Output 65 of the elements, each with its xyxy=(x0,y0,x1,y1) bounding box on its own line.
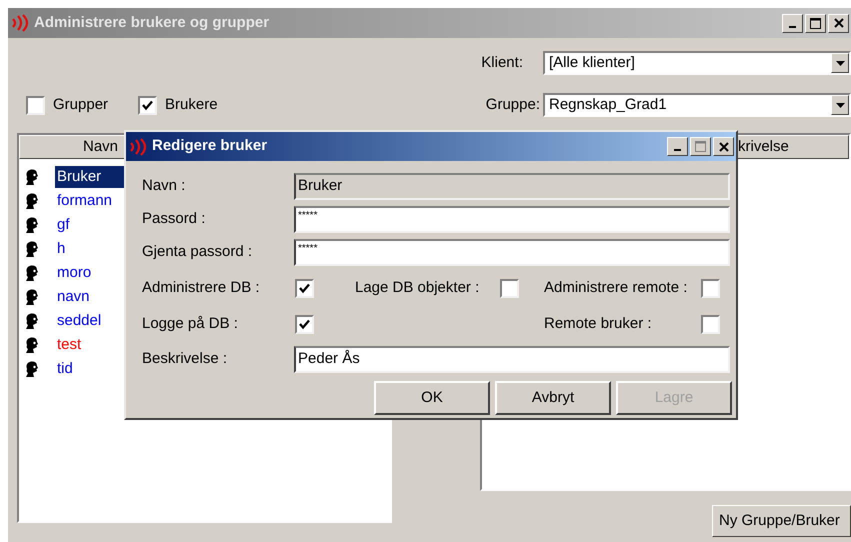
minimize-icon xyxy=(789,26,796,28)
user-icon xyxy=(23,312,41,330)
permission-label: Logge på DB : xyxy=(142,314,239,334)
field-label: Passord : xyxy=(142,209,206,230)
close-icon xyxy=(718,142,728,152)
text-field[interactable]: Peder Ås xyxy=(294,346,730,373)
gruppe-dropdown[interactable]: Regnskap_Grad1 xyxy=(543,93,851,117)
dialog-title: Redigere bruker xyxy=(152,136,268,156)
dropdown-arrow-button[interactable] xyxy=(831,95,849,115)
dialog-button[interactable]: OK xyxy=(374,381,490,415)
user-icon xyxy=(23,240,41,258)
maximize-button[interactable] xyxy=(805,14,826,32)
checkbox[interactable] xyxy=(701,315,720,334)
text-field[interactable]: ***** xyxy=(294,206,730,233)
checkbox[interactable] xyxy=(26,96,45,114)
user-icon xyxy=(23,264,41,282)
minimize-icon xyxy=(674,149,681,151)
permission-label: Administrere DB : xyxy=(142,278,261,298)
checkbox[interactable] xyxy=(701,279,720,298)
user-icon xyxy=(23,288,41,306)
new-group-user-button[interactable]: Ny Gruppe/Bruker xyxy=(712,505,851,537)
permission-label: Lage DB objekter : xyxy=(355,278,480,298)
field-label: Gjenta passord : xyxy=(142,242,254,262)
checkbox[interactable] xyxy=(295,315,314,334)
user-icon xyxy=(23,192,41,210)
user-list-item[interactable]: test xyxy=(55,334,84,356)
close-button[interactable] xyxy=(713,137,734,156)
close-icon xyxy=(834,18,844,28)
user-list-item[interactable]: moro xyxy=(55,262,94,284)
checkbox-label: Grupper xyxy=(53,94,108,115)
text-field[interactable]: ***** xyxy=(294,239,730,266)
klient-dropdown[interactable]: [Alle klienter] xyxy=(543,51,851,75)
permission-label: Administrere remote : xyxy=(544,278,688,298)
klient-label: Klient: xyxy=(481,52,523,73)
close-button[interactable] xyxy=(828,14,849,32)
gruppe-label: Gruppe: xyxy=(486,94,540,115)
checkmark-icon xyxy=(298,282,311,295)
maximize-button[interactable] xyxy=(690,137,711,156)
field-label: Beskrivelse : xyxy=(142,349,228,370)
field-label: Navn : xyxy=(142,176,186,196)
caret-icon xyxy=(836,102,844,108)
checkbox[interactable] xyxy=(295,279,314,298)
user-list-item[interactable]: formann xyxy=(55,190,114,212)
checkbox[interactable] xyxy=(138,96,158,114)
caret-icon xyxy=(836,60,844,66)
checkbox[interactable] xyxy=(500,279,519,298)
permission-label: Remote bruker : xyxy=(544,314,653,334)
user-list-item[interactable]: seddel xyxy=(55,310,104,332)
user-icon xyxy=(23,216,41,234)
dropdown-arrow-button[interactable] xyxy=(831,53,849,73)
dialog-button[interactable]: Avbryt xyxy=(495,381,611,415)
checkmark-icon xyxy=(141,98,154,112)
user-list-item[interactable]: h xyxy=(55,238,68,260)
user-list-item[interactable]: navn xyxy=(55,286,92,308)
user-list-item[interactable]: tid xyxy=(55,358,75,380)
window-title: Administrere brukere og grupper xyxy=(34,12,270,33)
user-icon xyxy=(23,360,41,378)
maximize-icon xyxy=(695,141,706,152)
checkbox-label: Brukere xyxy=(165,94,218,115)
minimize-button[interactable] xyxy=(667,137,688,156)
minimize-button[interactable] xyxy=(782,14,803,32)
checkmark-icon xyxy=(298,318,311,331)
user-icon xyxy=(23,336,41,354)
user-list-item[interactable]: gf xyxy=(55,214,72,236)
maximize-icon xyxy=(810,18,821,28)
